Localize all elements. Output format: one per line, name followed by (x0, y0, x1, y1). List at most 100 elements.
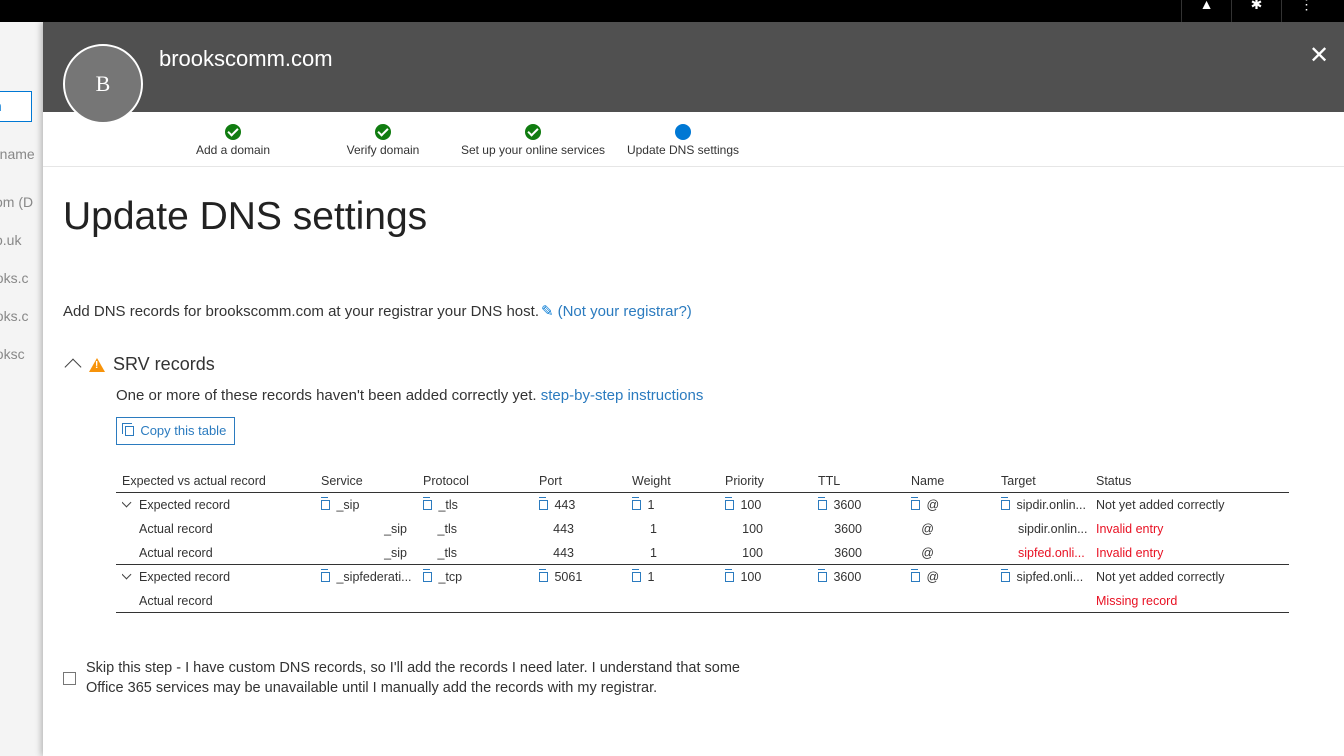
name-cell: @ (921, 522, 934, 536)
current-step-dot (675, 124, 691, 140)
weight-cell: 1 (650, 546, 657, 560)
copy-icon[interactable] (423, 497, 432, 510)
copy-icon[interactable] (632, 497, 641, 510)
pencil-icon[interactable]: ✎ (541, 303, 554, 320)
intro-text: Add DNS records for brookscomm.com at yo… (63, 302, 692, 320)
cell-value: _sipfederati... (336, 570, 412, 584)
cell-value: _tls (438, 498, 458, 512)
status-cell: Invalid entry (1096, 546, 1164, 560)
srv-section-header[interactable]: ! SRV records (63, 354, 215, 376)
column-header: Expected vs actual record (122, 474, 266, 488)
table-header-row: Expected vs actual record Service Protoc… (116, 470, 1289, 493)
copy-icon[interactable] (1001, 497, 1010, 510)
table-row[interactable]: Expected record _sip _tls 443 1 100 3600… (116, 493, 1289, 517)
skip-step-checkbox[interactable] (63, 672, 76, 685)
port-cell[interactable]: 5061 (539, 565, 627, 589)
bg-domain-row[interactable]: ooksc (0, 346, 25, 362)
close-icon[interactable]: ✕ (1308, 44, 1330, 68)
priority-cell[interactable]: 100 (725, 565, 813, 589)
cell-value: 100 (740, 498, 762, 512)
step-label: Add a domain (195, 143, 271, 157)
cell-value: 5061 (554, 570, 583, 584)
name-cell[interactable]: @ (911, 493, 999, 517)
name-cell[interactable]: @ (911, 565, 999, 589)
bg-domain-row[interactable]: com (D (0, 194, 33, 210)
cell-value: @ (926, 498, 940, 512)
column-header: Protocol (423, 474, 469, 488)
copy-table-button[interactable]: Copy this table (116, 417, 235, 445)
bg-domain-row[interactable]: ooks.c (0, 270, 28, 286)
target-cell: sipfed.onli... (1018, 546, 1085, 560)
cell-value: sipdir.onlin... (1016, 498, 1086, 512)
not-your-registrar-link[interactable]: (Not your registrar?) (558, 303, 692, 320)
copy-icon[interactable] (321, 569, 330, 582)
step-label: Verify domain (346, 143, 420, 157)
column-header: Name (911, 474, 945, 488)
bell-icon[interactable]: ▲ (1181, 0, 1231, 22)
table-row[interactable]: Expected record _sipfederati... _tcp 506… (116, 565, 1289, 589)
bg-domain-row[interactable]: co.uk (0, 232, 21, 248)
table-row: Actual record Missing record (116, 589, 1289, 613)
target-cell[interactable]: sipdir.onlin... (1001, 493, 1093, 517)
chevron-down-icon[interactable] (122, 569, 132, 580)
bg-column-header: n name (0, 146, 35, 162)
service-cell[interactable]: _sip (321, 493, 417, 517)
weight-cell[interactable]: 1 (632, 565, 720, 589)
column-header: Port (539, 474, 562, 488)
copy-icon[interactable] (632, 569, 641, 582)
srv-message-text: One or more of these records haven't bee… (116, 387, 537, 404)
bg-domain-row[interactable]: ooks.c (0, 308, 28, 324)
target-cell[interactable]: sipfed.onli... (1001, 565, 1093, 589)
step-add-domain: Add a domain (148, 124, 318, 157)
page-title: Update DNS settings (63, 195, 428, 238)
weight-cell[interactable]: 1 (632, 493, 720, 517)
status-cell: Invalid entry (1096, 522, 1164, 536)
domain-setup-panel: brookscomm.com ✕ B Add a domain Verify d… (43, 22, 1344, 756)
service-cell[interactable]: _sipfederati... (321, 565, 417, 589)
copy-icon[interactable] (818, 497, 827, 510)
copy-icon[interactable] (321, 497, 330, 510)
column-header: Service (321, 474, 363, 488)
record-label: Actual record (139, 522, 213, 536)
table-row: Actual record _sip _tls 443 1 100 3600 @… (116, 517, 1289, 541)
priority-cell[interactable]: 100 (725, 493, 813, 517)
cell-value: 1 (647, 498, 655, 512)
panel-header: brookscomm.com ✕ (43, 22, 1344, 112)
protocol-cell[interactable]: _tcp (423, 565, 533, 589)
copy-icon[interactable] (911, 497, 920, 510)
status-cell: Not yet added correctly (1096, 498, 1225, 512)
copy-icon[interactable] (423, 569, 432, 582)
skip-step-label[interactable]: Skip this step - I have custom DNS recor… (86, 658, 806, 698)
ttl-cell[interactable]: 3600 (818, 493, 906, 517)
ttl-cell: 3600 (834, 546, 862, 560)
protocol-cell[interactable]: _tls (423, 493, 533, 517)
copy-icon (121, 423, 134, 436)
record-label: Expected record (139, 498, 231, 512)
chevron-up-icon[interactable] (64, 358, 82, 376)
copy-icon[interactable] (539, 569, 548, 582)
record-kind-cell[interactable]: Expected record (122, 565, 317, 589)
step-verify-domain: Verify domain (298, 124, 468, 157)
more-icon[interactable]: ⋮ (1281, 0, 1331, 22)
panel-title: brookscomm.com (159, 46, 333, 71)
gear-icon[interactable]: ✱ (1231, 0, 1281, 22)
step-label: Set up your online services (460, 143, 606, 157)
copy-icon[interactable] (725, 497, 734, 510)
chevron-down-icon[interactable] (122, 497, 132, 508)
copy-icon[interactable] (725, 569, 734, 582)
top-app-bar: ▲ ✱ ⋮ (0, 0, 1344, 22)
cell-value: @ (926, 570, 940, 584)
copy-icon[interactable] (818, 569, 827, 582)
ttl-cell[interactable]: 3600 (818, 565, 906, 589)
record-kind-cell[interactable]: Expected record (122, 493, 317, 517)
column-header: Target (1001, 474, 1036, 488)
copy-icon[interactable] (911, 569, 920, 582)
instructions-link[interactable]: step-by-step instructions (541, 387, 704, 404)
bg-add-domain-button[interactable]: ain (0, 91, 32, 122)
copy-table-label: Copy this table (140, 423, 227, 438)
column-header: Priority (725, 474, 764, 488)
step-label: Update DNS settings (626, 143, 740, 157)
port-cell[interactable]: 443 (539, 493, 627, 517)
copy-icon[interactable] (1001, 569, 1010, 582)
copy-icon[interactable] (539, 497, 548, 510)
